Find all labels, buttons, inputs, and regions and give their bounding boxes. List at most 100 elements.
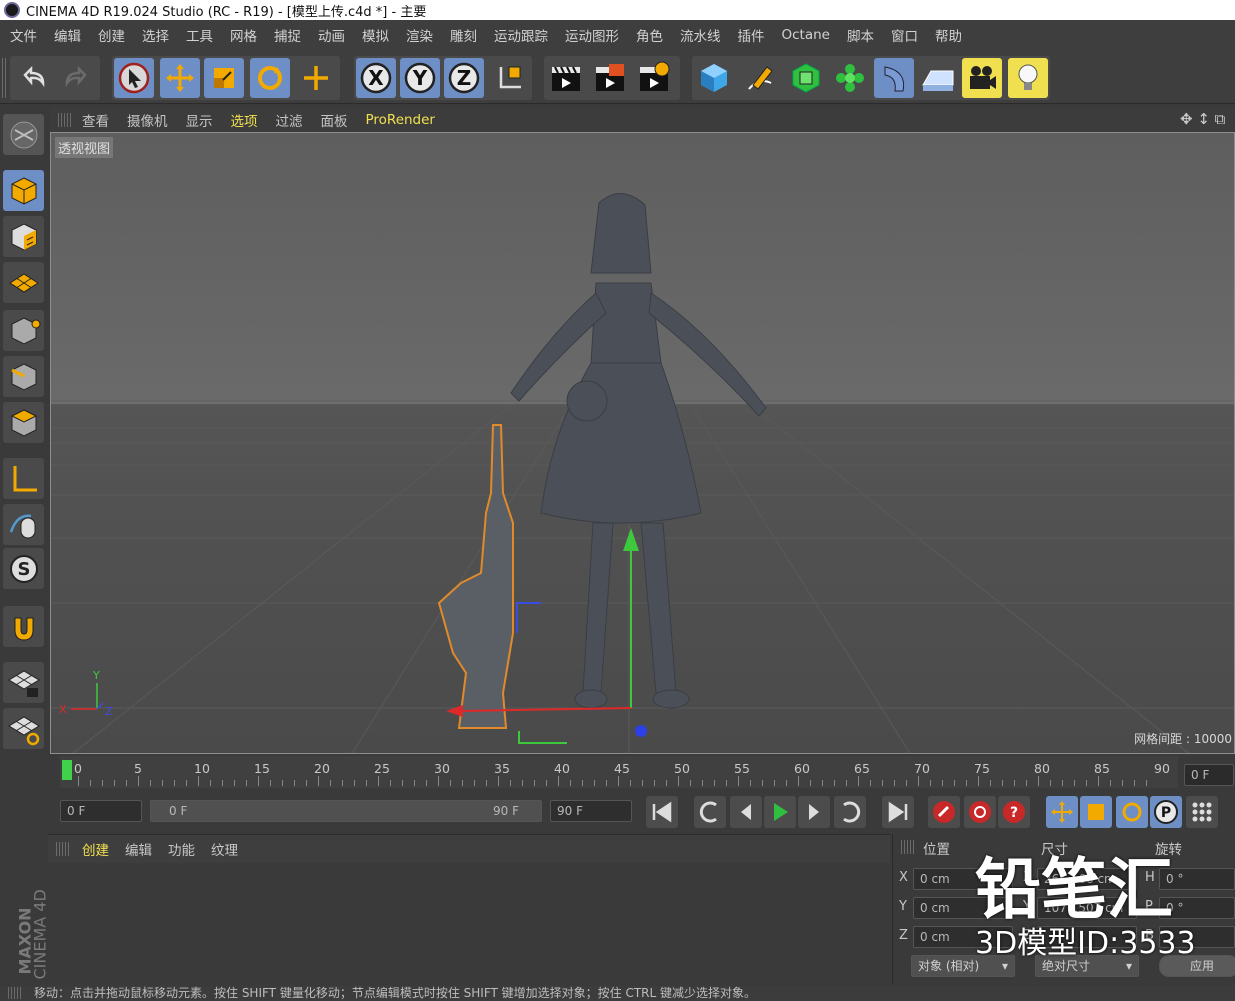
- perspective-viewport[interactable]: 透视视图 Y X Z 网格间距: 10000: [50, 132, 1235, 754]
- cube-icon[interactable]: [694, 58, 734, 98]
- tweak-mode-icon[interactable]: [3, 504, 44, 545]
- render-picture-viewer-icon[interactable]: [590, 58, 630, 98]
- menu-item[interactable]: 运动图形: [565, 25, 619, 45]
- select-arrow-icon[interactable]: [114, 58, 154, 98]
- material-menu-item[interactable]: 纹理: [211, 839, 238, 859]
- scale-icon[interactable]: [204, 58, 244, 98]
- viewport-menu-item[interactable]: 查看: [82, 110, 109, 130]
- redo-icon[interactable]: [56, 58, 96, 98]
- menu-item[interactable]: 模拟: [362, 25, 389, 45]
- coord-panel-grip[interactable]: [901, 840, 915, 854]
- timeline-playhead[interactable]: [62, 760, 72, 780]
- menu-item[interactable]: 运动跟踪: [494, 25, 548, 45]
- undo-icon[interactable]: [14, 58, 54, 98]
- frame-range-slider[interactable]: 0 F 90 F: [150, 800, 542, 822]
- axis-mode-icon[interactable]: [3, 458, 44, 499]
- move-icon[interactable]: [160, 58, 200, 98]
- timeline-tick-label: 20: [314, 761, 330, 776]
- menu-item[interactable]: 帮助: [935, 25, 962, 45]
- menu-item[interactable]: 动画: [318, 25, 345, 45]
- key-rotation-icon[interactable]: [1116, 796, 1148, 828]
- points-mode-icon[interactable]: [3, 310, 44, 351]
- timeline-ruler[interactable]: 0 5 10 15 20 25 30 35 40 45 50 55 60 65 70 75 80 85 90: [60, 756, 1178, 788]
- edges-mode-icon[interactable]: [3, 356, 44, 397]
- model-mode-icon[interactable]: [3, 170, 44, 211]
- floor-icon[interactable]: [918, 58, 958, 98]
- timeline-tick-mark: [1038, 776, 1039, 786]
- timeline-tick-mark: [306, 780, 307, 786]
- record-keys-icon[interactable]: [928, 796, 960, 828]
- viewport-menu-grip[interactable]: [58, 113, 72, 127]
- key-pla-icon[interactable]: [1186, 796, 1218, 828]
- x-axis-icon[interactable]: X: [356, 58, 396, 98]
- menu-item[interactable]: 流水线: [680, 25, 721, 45]
- z-axis-icon[interactable]: Z: [444, 58, 484, 98]
- menu-item[interactable]: 脚本: [847, 25, 874, 45]
- viewport-nav-icons[interactable]: ✥ ↕ ⧉: [1180, 110, 1235, 130]
- snap-icon[interactable]: [3, 606, 44, 647]
- toolbar-grip[interactable]: [2, 58, 8, 98]
- workplane-mode-icon[interactable]: [3, 262, 44, 303]
- viewport-menu-item[interactable]: 显示: [186, 110, 213, 130]
- make-editable-icon[interactable]: [3, 114, 44, 155]
- material-menu-item[interactable]: 创建: [82, 839, 109, 859]
- timeline-tick-mark: [462, 780, 463, 786]
- rotate-icon[interactable]: [250, 58, 290, 98]
- menu-item[interactable]: 雕刻: [450, 25, 477, 45]
- last-tool-icon[interactable]: [296, 58, 336, 98]
- deformer-icon[interactable]: [874, 58, 914, 98]
- menu-item[interactable]: 渲染: [406, 25, 433, 45]
- menu-item[interactable]: 选择: [142, 25, 169, 45]
- planar-workplane-icon[interactable]: [3, 708, 44, 749]
- prev-frame-icon[interactable]: [730, 796, 762, 828]
- pen-icon[interactable]: [740, 58, 780, 98]
- texture-mode-icon[interactable]: [3, 216, 44, 257]
- viewport-menu-item[interactable]: ProRender: [366, 112, 435, 128]
- keyframe-selection-icon[interactable]: ?: [998, 796, 1030, 828]
- autokey-icon[interactable]: [964, 796, 996, 828]
- key-parameter-icon[interactable]: P: [1150, 796, 1182, 828]
- subdivision-icon[interactable]: [786, 58, 826, 98]
- lock-workplane-icon[interactable]: [3, 662, 44, 703]
- prev-key-icon[interactable]: [694, 796, 726, 828]
- next-frame-icon[interactable]: [798, 796, 830, 828]
- key-scale-icon[interactable]: [1080, 796, 1112, 828]
- material-menu-grip[interactable]: [56, 842, 70, 856]
- play-icon[interactable]: [764, 796, 796, 828]
- render-view-icon[interactable]: [546, 58, 586, 98]
- go-to-end-icon[interactable]: [882, 796, 914, 828]
- menu-item[interactable]: 创建: [98, 25, 125, 45]
- timeline-tick-label: 35: [494, 761, 510, 776]
- y-axis-icon[interactable]: Y: [400, 58, 440, 98]
- render-settings-icon[interactable]: [634, 58, 674, 98]
- polygons-mode-icon[interactable]: [3, 402, 44, 443]
- viewport-menu-item[interactable]: 面板: [321, 110, 348, 130]
- coordinate-system-icon[interactable]: [490, 58, 530, 98]
- menu-item[interactable]: 编辑: [54, 25, 81, 45]
- menu-item[interactable]: 文件: [10, 25, 37, 45]
- menu-item[interactable]: 工具: [186, 25, 213, 45]
- start-frame-field[interactable]: 0 F: [60, 800, 142, 822]
- menu-item[interactable]: 角色: [636, 25, 663, 45]
- light-icon[interactable]: [1008, 58, 1048, 98]
- viewport-menu-item[interactable]: 选项: [231, 110, 258, 130]
- timeline[interactable]: 0 5 10 15 20 25 30 35 40 45 50 55 60 65 70 75 80 85 90 0 F: [50, 756, 1235, 790]
- material-menu-item[interactable]: 编辑: [125, 839, 152, 859]
- menu-item[interactable]: 插件: [738, 25, 765, 45]
- solo-mode-icon[interactable]: S: [3, 548, 44, 589]
- camera-icon[interactable]: [962, 58, 1002, 98]
- key-position-icon[interactable]: [1046, 796, 1078, 828]
- cloner-icon[interactable]: [830, 58, 870, 98]
- current-frame-field[interactable]: 0 F: [1184, 764, 1234, 786]
- menu-item[interactable]: 捕捉: [274, 25, 301, 45]
- end-frame-field[interactable]: 90 F: [550, 800, 632, 822]
- material-menu-item[interactable]: 功能: [168, 839, 195, 859]
- timeline-tick-mark: [942, 780, 943, 786]
- menu-item[interactable]: Octane: [782, 27, 830, 43]
- viewport-menu-item[interactable]: 过滤: [276, 110, 303, 130]
- menu-item[interactable]: 网格: [230, 25, 257, 45]
- menu-item[interactable]: 窗口: [891, 25, 918, 45]
- viewport-menu-item[interactable]: 摄像机: [127, 110, 168, 130]
- go-to-start-icon[interactable]: [646, 796, 678, 828]
- next-key-icon[interactable]: [834, 796, 866, 828]
